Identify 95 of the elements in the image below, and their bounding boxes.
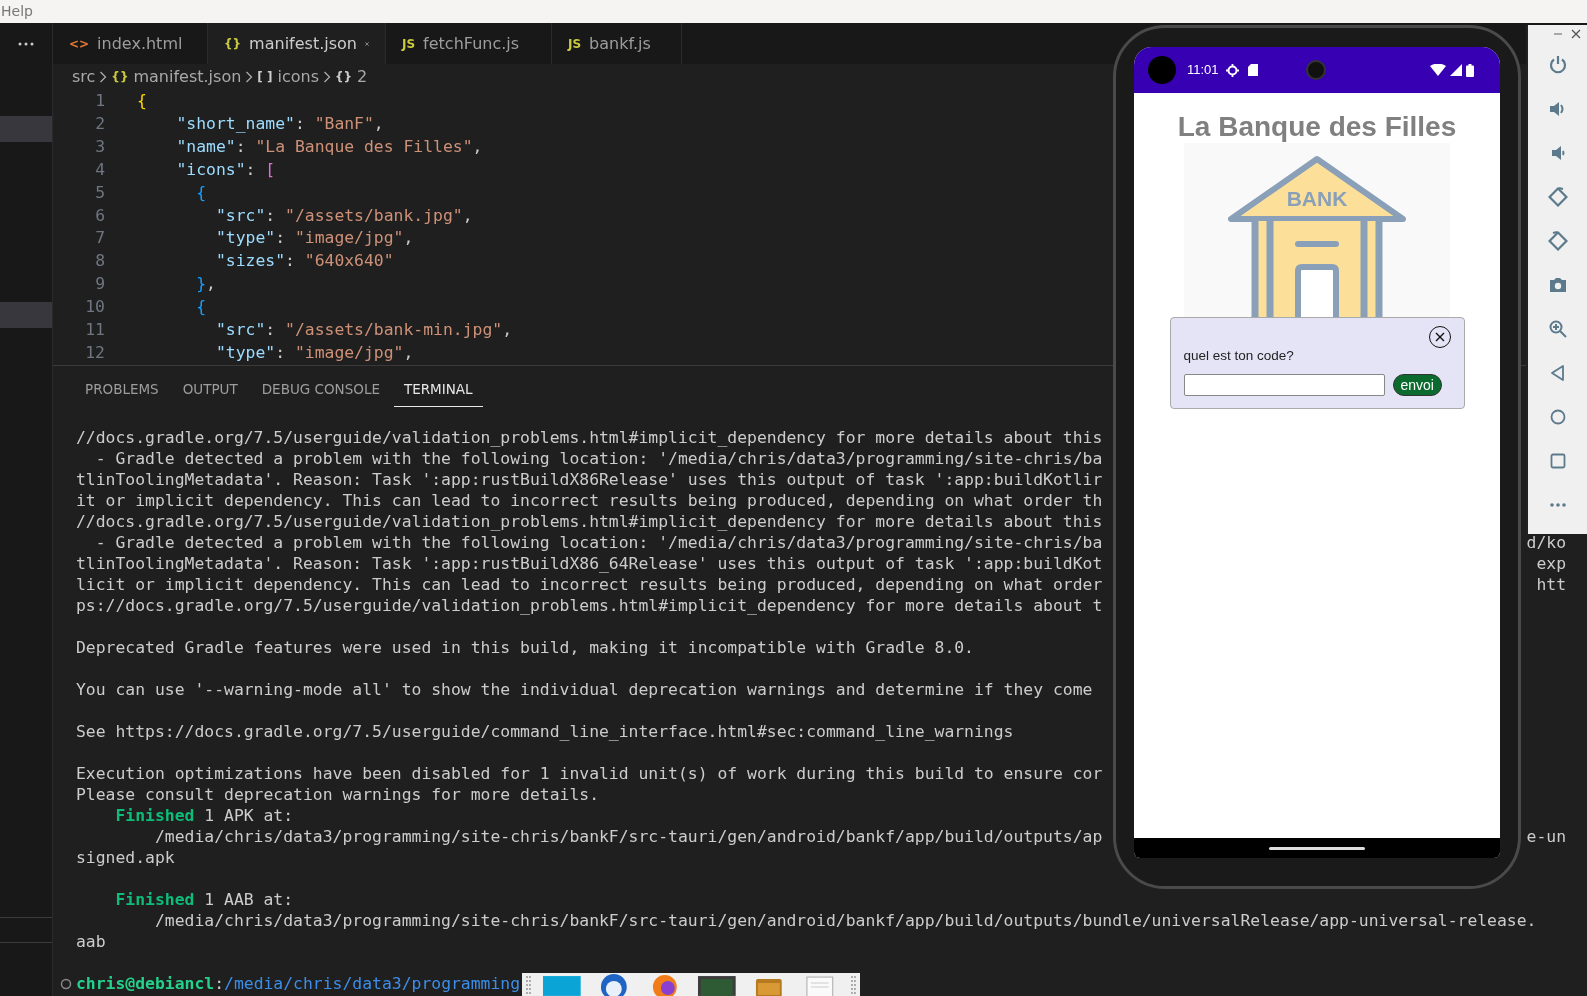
code-line: "src": "/assets/bank.jpg", — [214, 204, 473, 227]
rotate-left-icon[interactable] — [1547, 187, 1568, 207]
line-number: 4 — [94, 158, 105, 181]
code-line: "icons": [ — [175, 158, 276, 181]
terminal-line: signed.apk — [76, 848, 175, 867]
rotate-right-icon[interactable] — [1547, 231, 1568, 251]
terminal-line: /media/chris/data3/programming/site-chris/bankF/src-tauri/gen/android/bankf/app/build/outputs/bundle/universalRelease/app-universal-release. — [153, 911, 1537, 930]
panel-tab[interactable]: TERMINAL — [393, 372, 483, 407]
breadcrumb-item[interactable]: src — [72, 65, 96, 89]
terminal-line: See https://docs.gradle.org/7.5/userguide/command_line_interface.html#sec:command_line_warnings — [76, 722, 1014, 741]
terminal-line: ps://docs.gradle.org/7.5/userguide/validation_problems.html#implicit_dependency for more details about t — [76, 596, 1103, 615]
array-icon: [ ] — [257, 68, 273, 86]
terminal-text: htt — [1535, 575, 1567, 594]
camera-icon[interactable] — [1547, 275, 1568, 295]
app-title: La Banque des Filles — [1177, 111, 1457, 143]
code-line: "short_name": "BanF", — [175, 112, 384, 135]
gear-icon — [1225, 63, 1239, 77]
code-line: { — [195, 296, 207, 319]
terminal-line: aab — [76, 932, 106, 951]
panel-tab[interactable]: PROBLEMS — [75, 372, 169, 407]
line-number: 1 — [94, 90, 105, 112]
terminal-line: Execution optimizations have been disabled for 1 invalid unit(s) of work during this build to ensure cor — [76, 764, 1103, 783]
terminal-line: tlinToolingMetadata'. Reason: Task ':app:rustBuildX86_64Release' uses this output of task ':app:buildKot — [76, 553, 1104, 574]
code-line: "src": "/assets/bank-min.jpg", — [214, 319, 513, 342]
panel-tab[interactable]: OUTPUT — [172, 372, 248, 407]
breadcrumb-item[interactable]: {} 2 — [335, 65, 368, 89]
line-number: 7 — [94, 227, 105, 250]
json-file-icon: {} — [224, 34, 242, 53]
panel-tab[interactable]: DEBUG CONSOLE — [251, 372, 390, 407]
code-line: "type": "image/jpg", — [214, 341, 414, 364]
terminal-line: tlinToolingMetadata'. Reason: Task ':app:rustBuildX86Release' uses this output of task ':app:buildKotlir — [76, 470, 1103, 489]
terminal-text: d/ko — [1526, 533, 1567, 552]
html-file-icon: <> — [69, 34, 90, 53]
javascript-file-icon: JS — [402, 34, 416, 53]
terminal-line: Deprecated Gradle features were used in this build, making it incompatible with Gradle 8.0. — [76, 638, 974, 657]
wifi-icon — [1430, 64, 1446, 76]
line-number: 11 — [84, 319, 105, 342]
line-number: 3 — [94, 135, 105, 158]
camera-lens — [1305, 60, 1326, 80]
breadcrumb-item[interactable]: {} manifest.json — [111, 65, 242, 89]
close-icon — [1434, 332, 1445, 342]
prompt-circle-icon — [60, 977, 72, 990]
sd-card-icon — [1247, 64, 1258, 76]
terminal-text: e-un — [1526, 827, 1567, 846]
menu-item[interactable]: Help — [1, 0, 33, 23]
terminal-text: exp — [1535, 554, 1567, 573]
terminal-line: - Gradle detected a problem with the following location: '/media/chris/data3/programming/site-chris/ba — [94, 449, 1103, 468]
code-line: "type": "image/jpg", — [214, 227, 414, 250]
json-file-icon: {} — [111, 68, 129, 86]
prompt-label: quel est ton code? — [1183, 347, 1295, 365]
terminal-line: //docs.gradle.org/7.5/userguide/validation_problems.html#implicit_dependency for more details about this — [76, 428, 1103, 447]
list-highlight — [0, 302, 52, 328]
line-number: 2 — [94, 112, 105, 135]
send-button[interactable]: envoi — [1392, 374, 1442, 397]
code-line: { — [195, 181, 207, 204]
terminal-line: Finished 1 APK at: — [114, 806, 294, 825]
line-number: 9 — [94, 273, 105, 296]
code-line: "sizes": "640x640" — [214, 250, 394, 273]
terminal-line: /media/chris/data3/programming/site-chris/bankF/src-tauri/gen/android/bankf/app/build/outputs/ap — [153, 826, 1104, 847]
terminal-line: it or implicit dependency. This can lead to incorrect results being produced, depending on what order th — [76, 491, 1103, 510]
terminal-line: //docs.gradle.org/7.5/userguide/validation_problems.html#implicit_dependency for more details about this — [76, 512, 1103, 531]
line-number: 12 — [84, 341, 105, 364]
breadcrumb-item[interactable]: [ ] icons — [257, 65, 319, 89]
chevron-icon — [245, 71, 254, 83]
grip-icon — [851, 973, 856, 996]
chevron-icon — [99, 71, 108, 83]
zoom-in-icon[interactable] — [1547, 319, 1568, 339]
home-indicator[interactable] — [1269, 846, 1365, 850]
battery-icon — [1466, 63, 1474, 77]
terminal-prompt: chris@debiancl:/media/chris/data3/programming — [76, 973, 521, 994]
grip-icon — [526, 973, 531, 996]
power-icon[interactable] — [1547, 55, 1568, 75]
terminal-line: licit or implicit dependency. This can lead to incorrect results being produced, depending on what order — [76, 574, 1104, 595]
line-number: 6 — [94, 204, 105, 227]
terminal-line: Please consult deprecation warnings for more details. — [76, 785, 599, 804]
code-line: }, — [195, 273, 216, 296]
code-line: { — [137, 90, 147, 112]
editor-tab[interactable]: {} manifest.json — [208, 23, 386, 64]
status-time: 11:01 — [1187, 61, 1219, 80]
line-number: 5 — [94, 181, 105, 204]
notification-dot — [1148, 56, 1176, 84]
code-line: "name": "La Banque des Filles", — [175, 135, 483, 158]
javascript-file-icon: JS — [568, 34, 582, 53]
chevron-icon — [323, 71, 331, 83]
object-icon: {} — [335, 68, 353, 86]
more-icon[interactable] — [18, 41, 34, 46]
terminal-line: - Gradle detected a problem with the following location: '/media/chris/data3/programming/site-chris/ba — [94, 532, 1104, 553]
terminal-line: Finished 1 AAB at: — [114, 890, 294, 909]
line-number: 8 — [94, 250, 105, 273]
code-input-field[interactable] — [1183, 374, 1385, 397]
terminal-line: You can use '--warning-mode all' to show the individual deprecation warnings and determine if they come — [76, 680, 1093, 699]
bank-sign-text: BANK — [1286, 187, 1348, 210]
line-number: 10 — [84, 296, 105, 319]
list-highlight — [0, 116, 52, 142]
close-icon[interactable] — [1571, 29, 1581, 39]
